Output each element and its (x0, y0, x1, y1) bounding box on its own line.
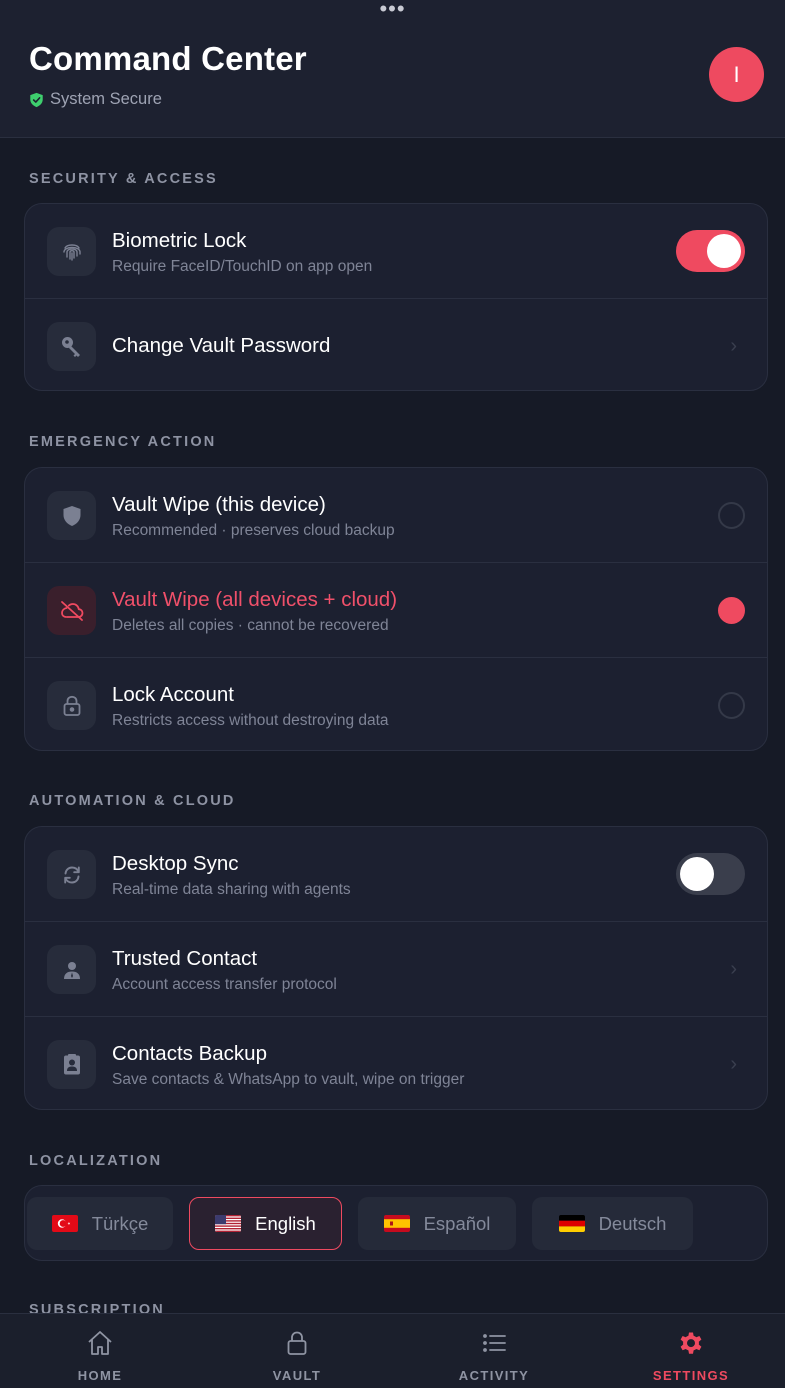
language-label: Deutsch (598, 1212, 667, 1234)
row-lock-account[interactable]: Lock Account Restricts access without de… (25, 658, 767, 750)
page-title: Command Center (29, 40, 307, 77)
row-contacts-backup[interactable]: Contacts Backup Save contacts & WhatsApp… (25, 1017, 767, 1109)
avatar[interactable]: I (709, 47, 764, 102)
shield-icon (47, 491, 96, 540)
row-title: Trusted Contact (112, 947, 258, 970)
toggle-knob (707, 234, 741, 268)
sync-icon (47, 850, 96, 899)
row-title: Lock Account (112, 683, 234, 706)
spain-flag-icon (383, 1215, 410, 1232)
section-title-emergency: EMERGENCY ACTION (29, 434, 217, 450)
row-subtitle: Restricts access without destroying data (112, 712, 389, 729)
person-badge-icon (47, 945, 96, 994)
desktop-sync-toggle[interactable] (676, 853, 745, 895)
chevron-right-icon: › (730, 1053, 737, 1075)
header: ••• Command Center System Secure I (0, 0, 785, 138)
language-turkish[interactable]: Türkçe (27, 1197, 173, 1250)
gear-icon (680, 1332, 702, 1354)
row-subtitle: Account access transfer protocol (112, 976, 337, 993)
lock-icon (47, 681, 96, 730)
cloud-off-icon (47, 586, 96, 635)
section-title-localization: LOCALIZATION (29, 1153, 163, 1169)
tab-activity[interactable]: ACTIVITY (434, 1328, 554, 1383)
tab-settings[interactable]: SETTINGS (631, 1328, 751, 1383)
language-spanish[interactable]: Español (358, 1197, 516, 1250)
shield-check-icon (30, 92, 43, 107)
tab-label: VAULT (272, 1368, 322, 1383)
list-icon (483, 1334, 506, 1352)
chevron-right-icon: › (730, 335, 737, 357)
row-desktop-sync[interactable]: Desktop Sync Real-time data sharing with… (25, 827, 767, 922)
status-text: System Secure (50, 90, 162, 108)
toggle-knob (680, 857, 714, 891)
row-subtitle: Save contacts & WhatsApp to vault, wipe … (112, 1071, 465, 1088)
tab-home[interactable]: HOME (40, 1328, 160, 1383)
row-title: Desktop Sync (112, 852, 239, 875)
language-label: English (255, 1212, 316, 1234)
language-english[interactable]: English (189, 1197, 342, 1250)
tab-label: HOME (77, 1368, 123, 1383)
biometric-lock-toggle[interactable] (676, 230, 745, 272)
language-german[interactable]: Deutsch (532, 1197, 693, 1250)
section-title-automation: AUTOMATION & CLOUD (29, 793, 236, 809)
row-subtitle: Require FaceID/TouchID on app open (112, 258, 373, 275)
row-subtitle: Deletes all copies · cannot be recovered (112, 617, 389, 634)
row-subtitle: Recommended · preserves cloud backup (112, 522, 395, 539)
language-selector: Türkçe English Español Deutsch (24, 1185, 768, 1261)
row-biometric-lock[interactable]: Biometric Lock Require FaceID/TouchID on… (25, 204, 767, 299)
language-label: Türkçe (91, 1212, 149, 1234)
drag-handle[interactable]: ••• (0, 0, 785, 20)
row-title: Vault Wipe (all devices + cloud) (112, 588, 398, 611)
app-window: ••• Command Center System Secure I SECUR… (0, 0, 785, 1388)
tab-label: ACTIVITY (458, 1368, 530, 1383)
key-icon (47, 322, 96, 371)
radio-button[interactable] (718, 502, 745, 529)
contact-card-icon (47, 1040, 96, 1089)
tab-label: SETTINGS (652, 1368, 730, 1383)
system-status: System Secure (29, 90, 162, 109)
row-change-vault-password[interactable]: Change Vault Password › (25, 299, 767, 390)
tab-vault[interactable]: VAULT (237, 1328, 357, 1383)
radio-button-selected[interactable] (718, 597, 745, 624)
row-title: Biometric Lock (112, 229, 247, 252)
row-subtitle: Real-time data sharing with agents (112, 881, 351, 898)
lock-icon (287, 1331, 307, 1355)
germany-flag-icon (558, 1215, 585, 1232)
security-card: Biometric Lock Require FaceID/TouchID on… (24, 203, 768, 391)
row-title: Vault Wipe (this device) (112, 493, 326, 516)
row-vault-wipe-all[interactable]: Vault Wipe (all devices + cloud) Deletes… (25, 563, 767, 658)
us-flag-icon (215, 1215, 242, 1232)
language-label: Español (423, 1212, 491, 1234)
row-trusted-contact[interactable]: Trusted Contact Account access transfer … (25, 922, 767, 1017)
radio-button[interactable] (718, 692, 745, 719)
row-vault-wipe-device[interactable]: Vault Wipe (this device) Recommended · p… (25, 468, 767, 563)
fingerprint-icon (47, 227, 96, 276)
automation-card: Desktop Sync Real-time data sharing with… (24, 826, 768, 1110)
chevron-right-icon: › (730, 958, 737, 980)
section-title-security: SECURITY & ACCESS (29, 171, 218, 187)
row-title: Contacts Backup (112, 1042, 267, 1065)
bottom-tab-bar: HOME VAULT ACTIVITY SETTINGS (0, 1313, 785, 1388)
turkey-flag-icon (51, 1215, 78, 1232)
emergency-card: Vault Wipe (this device) Recommended · p… (24, 467, 768, 751)
row-title: Change Vault Password (112, 334, 331, 357)
home-icon (88, 1331, 112, 1355)
